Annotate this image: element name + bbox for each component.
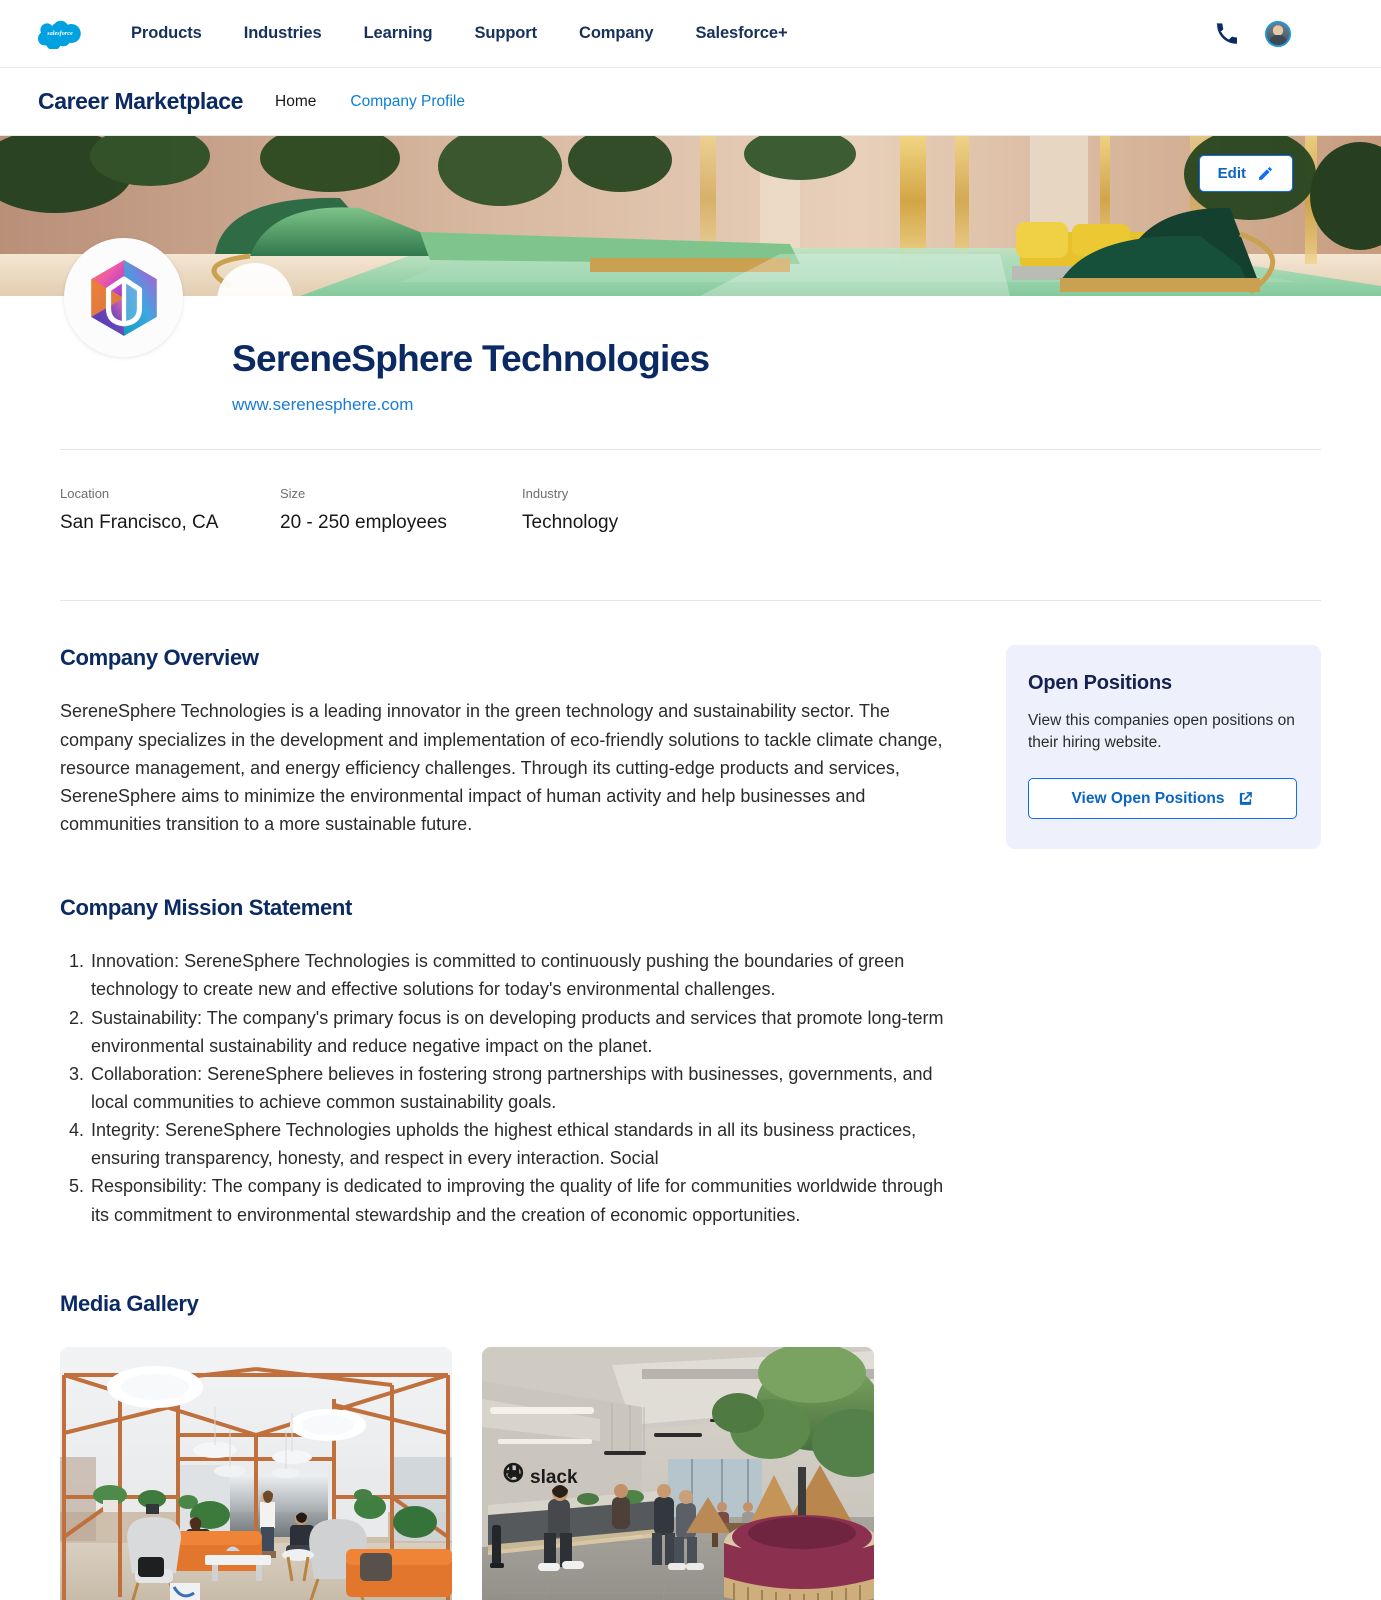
nav-item-salesforce-plus[interactable]: Salesforce+	[674, 24, 808, 43]
meta-location: Location San Francisco, CA	[60, 486, 280, 534]
mission-item: Responsibility: The company is dedicated…	[89, 1172, 948, 1228]
open-positions-card: Open Positions View this companies open …	[1006, 645, 1321, 850]
company-identity: SereneSphere Technologies www.serenesphe…	[60, 296, 1321, 415]
career-marketplace-bar: Career Marketplace Home Company Profile	[0, 68, 1381, 136]
open-positions-heading: Open Positions	[1028, 672, 1172, 695]
view-open-positions-label: View Open Positions	[1071, 789, 1225, 807]
global-nav-links: Products Industries Learning Support Com…	[110, 24, 809, 43]
company-banner: Edit	[0, 136, 1381, 296]
mission-list: Innovation: SereneSphere Technologies is…	[60, 947, 948, 1229]
slack-office-lobby-photo: slack	[482, 1346, 874, 1600]
gallery-image-slack-lobby[interactable]: slack	[482, 1346, 874, 1600]
gallery-image-office-lounge[interactable]	[60, 1346, 452, 1600]
pencil-icon	[1259, 167, 1272, 180]
media-gallery-section: Media Gallery slack	[0, 1291, 1381, 1600]
media-gallery-row: slack	[60, 1346, 1321, 1600]
banner-image	[0, 136, 1381, 296]
company-mission-heading: Company Mission Statement	[60, 895, 352, 921]
app-title: Career Marketplace	[38, 88, 244, 114]
profile-body: Company Overview SereneSphere Technologi…	[0, 601, 1381, 1228]
user-avatar[interactable]	[1265, 20, 1291, 47]
mission-item: Innovation: SereneSphere Technologies is…	[89, 947, 948, 1003]
meta-industry-value: Technology	[522, 512, 619, 534]
company-overview-heading: Company Overview	[60, 645, 259, 671]
profile-main-column: Company Overview SereneSphere Technologi…	[60, 645, 948, 1228]
open-positions-description: View this companies open positions on th…	[1028, 712, 1295, 752]
meta-size-label: Size	[280, 486, 306, 502]
company-mission-section: Company Mission Statement Innovation: Se…	[60, 895, 948, 1229]
mission-item: Sustainability: The company's primary fo…	[89, 1004, 948, 1060]
company-profile-header: SereneSphere Technologies www.serenesphe…	[0, 238, 1381, 602]
company-overview-text: SereneSphere Technologies is a leading i…	[60, 701, 943, 835]
external-link-icon	[1239, 792, 1252, 806]
nav-item-support[interactable]: Support	[453, 24, 558, 43]
mission-item: Integrity: SereneSphere Technologies uph…	[89, 1116, 948, 1172]
meta-industry: Industry Technology	[522, 486, 618, 534]
media-gallery-heading: Media Gallery	[60, 1290, 199, 1316]
serenesphere-hexagon-logo	[90, 259, 157, 336]
meta-location-label: Location	[60, 486, 110, 502]
company-meta-row: Location San Francisco, CA Size 20 - 250…	[60, 450, 1321, 566]
nav-item-industries[interactable]: Industries	[223, 24, 343, 43]
phone-icon[interactable]	[1216, 23, 1237, 44]
edit-button-label: Edit	[1217, 165, 1246, 182]
office-lounge-wooden-frame-photo	[60, 1346, 452, 1600]
company-overview-section: Company Overview SereneSphere Technologi…	[60, 645, 948, 838]
meta-size: Size 20 - 250 employees	[280, 486, 522, 534]
svg-text:slack: slack	[530, 1467, 578, 1488]
company-website-link[interactable]: www.serenesphere.com	[232, 395, 1321, 415]
nav-item-learning[interactable]: Learning	[343, 24, 454, 43]
salesforce-cloud-logo[interactable]: salesforce	[38, 18, 82, 49]
company-logo-badge	[64, 238, 183, 357]
nav-item-company[interactable]: Company	[558, 24, 674, 43]
meta-size-value: 20 - 250 employees	[280, 512, 447, 534]
meta-location-value: San Francisco, CA	[60, 512, 219, 534]
company-name: SereneSphere Technologies	[232, 338, 710, 379]
tab-company-profile[interactable]: Company Profile	[350, 93, 465, 111]
view-open-positions-button[interactable]: View Open Positions	[1028, 778, 1297, 820]
edit-banner-button[interactable]: Edit	[1198, 155, 1293, 192]
salesforce-global-nav: salesforce Products Industries Learning …	[0, 0, 1381, 68]
profile-side-column: Open Positions View this companies open …	[1006, 645, 1321, 1228]
nav-item-products[interactable]: Products	[110, 24, 223, 43]
divider-bottom	[60, 600, 1321, 602]
meta-industry-label: Industry	[522, 486, 569, 502]
mission-item: Collaboration: SereneSphere believes in …	[89, 1060, 948, 1116]
svg-text:salesforce: salesforce	[46, 30, 73, 37]
tab-home[interactable]: Home	[275, 93, 316, 111]
global-nav-actions	[1216, 20, 1351, 47]
